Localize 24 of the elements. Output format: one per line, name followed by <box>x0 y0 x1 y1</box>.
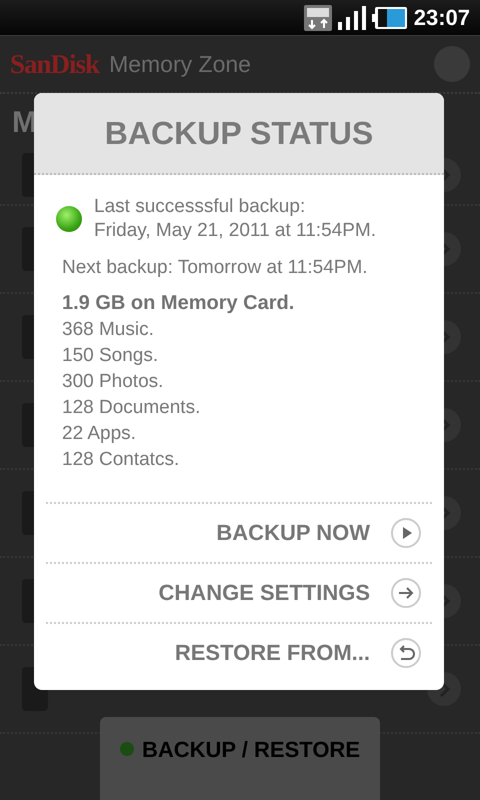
app-title: Memory Zone <box>109 50 252 78</box>
action-button[interactable]: RESTORE FROM... <box>46 622 432 682</box>
item-count: 22 Apps. <box>62 422 137 446</box>
logo: SanDisk <box>10 48 100 80</box>
item-count: 300 Photos. <box>62 370 164 394</box>
backup-restore-button[interactable]: BACKUP / RESTORE <box>100 717 380 800</box>
item-count: 368 Music. <box>62 318 155 342</box>
action-button[interactable]: BACKUP NOW <box>46 502 432 562</box>
undo-icon <box>390 637 422 669</box>
status-dot-icon <box>56 206 82 232</box>
dialog-title: BACKUP STATUS <box>34 93 444 175</box>
next-backup-text: Next backup: Tomorrow at 11:54PM. <box>62 256 369 280</box>
action-button[interactable]: CHANGE SETTINGS <box>46 562 432 622</box>
network-icon <box>304 4 332 30</box>
last-backup-date: Friday, May 21, 2011 at 11:54PM. <box>94 219 376 243</box>
clock: 23:07 <box>414 4 470 30</box>
last-backup-label: Last successsful backup: <box>94 195 306 219</box>
battery-icon <box>372 6 408 30</box>
signal-icon <box>338 6 366 30</box>
item-count: 128 Documents. <box>62 396 202 420</box>
item-count: 128 Contatcs. <box>62 448 180 472</box>
storage-total: 1.9 GB on Memory Card. <box>62 291 296 316</box>
play-icon <box>390 517 422 549</box>
item-count: 150 Songs. <box>62 344 160 368</box>
